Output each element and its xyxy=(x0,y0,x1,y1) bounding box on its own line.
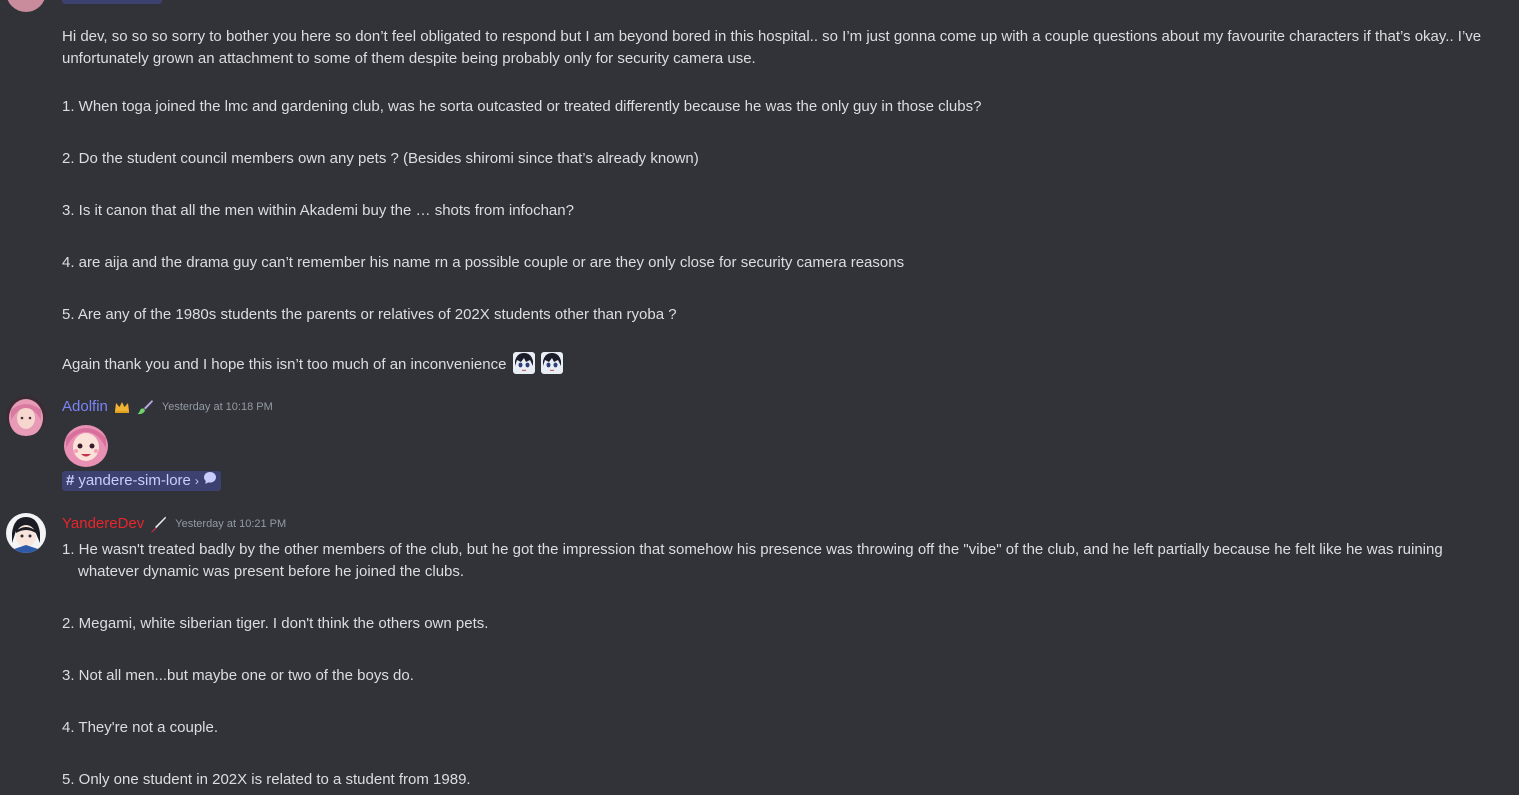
question-1: 1. When toga joined the lmc and gardenin… xyxy=(62,98,982,115)
message-first: Hi dev, so so so sorry to bother you her… xyxy=(0,0,1519,380)
avatar-yanderedev[interactable] xyxy=(6,513,46,553)
message-text-line: unfortunately grown an attachment to som… xyxy=(62,50,756,67)
username-adolfin[interactable]: Adolfin xyxy=(62,396,108,418)
answer-5: 5. Only one student in 202X is related t… xyxy=(62,771,471,788)
paintbrush-icon[interactable] xyxy=(136,398,154,416)
channel-name: yandere-sim-lore xyxy=(78,472,191,489)
timestamp[interactable]: Yesterday at 10:21 PM xyxy=(175,513,286,535)
username-yanderedev[interactable]: YandereDev xyxy=(62,513,144,535)
hash-icon: # xyxy=(66,472,75,489)
answer-3: 3. Not all men...but maybe one or two of… xyxy=(62,667,414,684)
question-2: 2. Do the student council members own an… xyxy=(62,150,699,167)
message-header: Adolfin Yesterday at 10:18 PM xyxy=(62,396,273,418)
knife-icon[interactable] xyxy=(149,515,167,533)
avatar-adolfin[interactable] xyxy=(6,396,46,436)
closing-text: Again thank you and I hope this isn’t to… xyxy=(62,356,507,373)
anime-girl-emoji[interactable] xyxy=(512,352,535,374)
answer-1-line2: whatever dynamic was present before he j… xyxy=(78,563,465,580)
answer-2: 2. Megami, white siberian tiger. I don't… xyxy=(62,615,489,632)
message-header: YandereDev Yesterday at 10:21 PM xyxy=(62,513,286,535)
closing-line: Again thank you and I hope this isn’t to… xyxy=(62,352,563,376)
question-4: 4. are aija and the drama guy can’t reme… xyxy=(62,254,905,271)
message-text-line: Hi dev, so so so sorry to bother you her… xyxy=(62,28,1482,45)
anime-girl-emoji[interactable] xyxy=(540,352,563,374)
answer-4: 4. They're not a couple. xyxy=(62,719,219,736)
chat-scroller[interactable]: Hi dev, so so so sorry to bother you her… xyxy=(0,0,1519,795)
crown-icon[interactable] xyxy=(113,398,131,416)
channel-mention[interactable]: # yandere-sim-lore › xyxy=(62,471,221,491)
question-3: 3. Is it canon that all the men within A… xyxy=(62,202,574,219)
chat-bubble-icon xyxy=(203,471,217,491)
timestamp[interactable]: Yesterday at 10:18 PM xyxy=(162,396,273,418)
sticker-image[interactable] xyxy=(62,420,110,468)
question-5: 5. Are any of the 1980s students the par… xyxy=(62,306,677,323)
answer-1-line1: 1. He wasn't treated badly by the other … xyxy=(62,541,1443,558)
message-adolfin: Adolfin Yesterday at 10:18 PM # yandere-… xyxy=(0,390,1519,500)
chevron-right-icon: › xyxy=(194,474,199,488)
message-yanderedev: YandereDev Yesterday at 10:21 PM 1. He w… xyxy=(0,507,1519,795)
